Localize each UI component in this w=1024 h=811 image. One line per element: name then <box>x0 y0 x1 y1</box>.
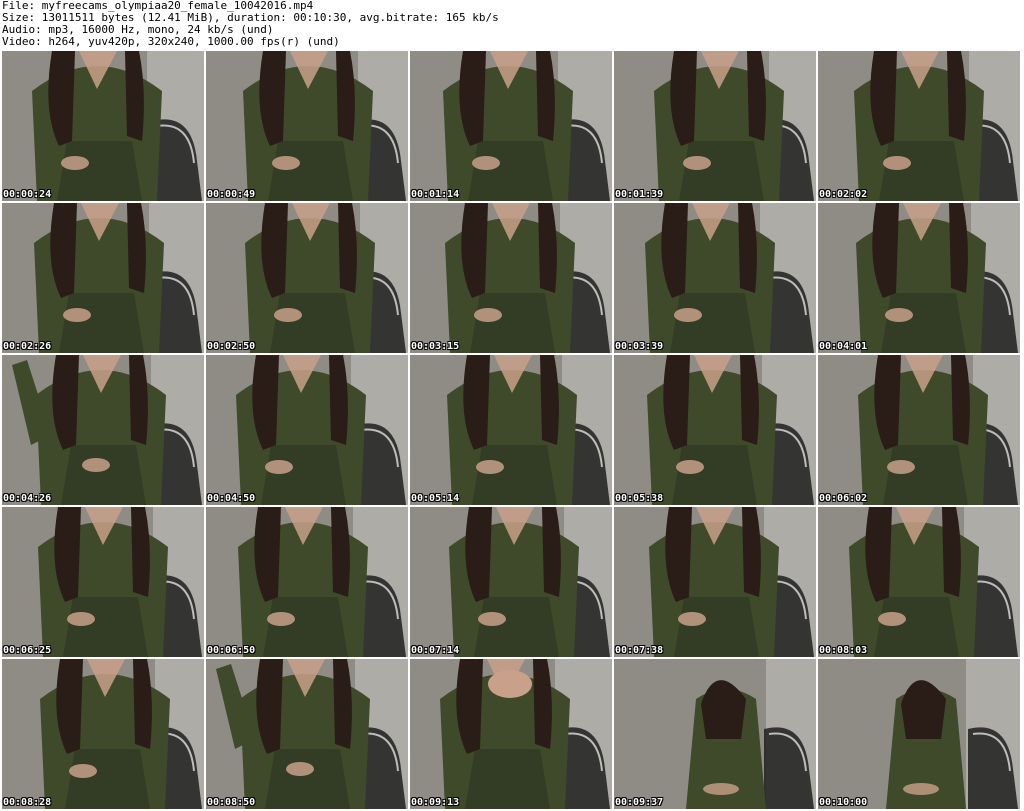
frame-timestamp: 00:06:25 <box>3 645 52 656</box>
thumbnail-frame: 00:01:14 <box>410 51 612 201</box>
frame-timestamp: 00:02:50 <box>207 341 256 352</box>
thumbnail-frame: 00:06:25 <box>2 507 204 657</box>
frame-timestamp: 00:03:39 <box>615 341 664 352</box>
frame-image <box>818 203 1020 353</box>
frame-image <box>410 507 612 657</box>
thumbnail-frame: 00:09:13 <box>410 659 612 809</box>
frame-image <box>2 51 204 201</box>
frame-image <box>206 355 408 505</box>
frame-timestamp: 00:09:37 <box>615 797 664 808</box>
frame-image <box>2 203 204 353</box>
frame-image <box>410 203 612 353</box>
frame-timestamp: 00:00:49 <box>207 189 256 200</box>
thumbnail-frame: 00:07:38 <box>614 507 816 657</box>
frame-image <box>614 203 816 353</box>
frame-image <box>2 659 204 809</box>
thumbnail-frame: 00:02:02 <box>818 51 1020 201</box>
thumbnail-frame: 00:02:26 <box>2 203 204 353</box>
frame-image <box>818 51 1020 201</box>
thumbnail-frame: 00:08:28 <box>2 659 204 809</box>
frame-timestamp: 00:08:28 <box>3 797 52 808</box>
frame-timestamp: 00:08:50 <box>207 797 256 808</box>
frame-timestamp: 00:06:50 <box>207 645 256 656</box>
frame-timestamp: 00:07:38 <box>615 645 664 656</box>
thumbnail-frame: 00:06:50 <box>206 507 408 657</box>
frame-timestamp: 00:04:26 <box>3 493 52 504</box>
thumbnail-frame: 00:00:49 <box>206 51 408 201</box>
frame-image <box>206 507 408 657</box>
frame-timestamp: 00:09:13 <box>411 797 460 808</box>
frame-timestamp: 00:08:03 <box>819 645 868 656</box>
frame-timestamp: 00:04:01 <box>819 341 868 352</box>
frame-image <box>818 659 1020 809</box>
frame-timestamp: 00:07:14 <box>411 645 460 656</box>
frame-timestamp: 00:10:00 <box>819 797 868 808</box>
frame-timestamp: 00:02:26 <box>3 341 52 352</box>
thumbnail-frame: 00:04:01 <box>818 203 1020 353</box>
frame-image <box>614 507 816 657</box>
thumbnail-frame: 00:05:38 <box>614 355 816 505</box>
frame-timestamp: 00:00:24 <box>3 189 52 200</box>
thumbnail-frame: 00:05:14 <box>410 355 612 505</box>
thumbnail-frame: 00:07:14 <box>410 507 612 657</box>
frame-image <box>614 51 816 201</box>
thumbnail-frame: 00:01:39 <box>614 51 816 201</box>
contact-sheet: File: myfreecams_olympiaa20_female_10042… <box>0 0 1024 811</box>
thumbnail-frame: 00:02:50 <box>206 203 408 353</box>
thumbnail-frame: 00:00:24 <box>2 51 204 201</box>
frame-timestamp: 00:06:02 <box>819 493 868 504</box>
thumbnail-frame: 00:03:15 <box>410 203 612 353</box>
frame-image <box>410 659 612 809</box>
frame-image <box>614 659 816 809</box>
frame-image <box>614 355 816 505</box>
frame-image <box>818 355 1020 505</box>
frame-image <box>206 203 408 353</box>
thumbnail-frame: 00:08:50 <box>206 659 408 809</box>
thumbnail-frame: 00:08:03 <box>818 507 1020 657</box>
frame-image <box>410 51 612 201</box>
frame-timestamp: 00:01:14 <box>411 189 460 200</box>
thumbnail-frame: 00:10:00 <box>818 659 1020 809</box>
thumbnail-grid: 00:00:24 00:00:49 00:01:14 00:01:39 00:02:02… <box>2 51 1022 811</box>
frame-image <box>818 507 1020 657</box>
frame-image <box>410 355 612 505</box>
frame-timestamp: 00:04:50 <box>207 493 256 504</box>
frame-timestamp: 00:05:14 <box>411 493 460 504</box>
frame-image <box>2 507 204 657</box>
file-info-header: File: myfreecams_olympiaa20_female_10042… <box>2 0 1020 50</box>
frame-timestamp: 00:05:38 <box>615 493 664 504</box>
video-info-line: Video: h264, yuv420p, 320x240, 1000.00 f… <box>2 35 340 48</box>
thumbnail-frame: 00:06:02 <box>818 355 1020 505</box>
frame-image <box>2 355 204 505</box>
thumbnail-frame: 00:04:26 <box>2 355 204 505</box>
frame-timestamp: 00:03:15 <box>411 341 460 352</box>
thumbnail-frame: 00:04:50 <box>206 355 408 505</box>
frame-image <box>206 659 408 809</box>
thumbnail-frame: 00:03:39 <box>614 203 816 353</box>
frame-timestamp: 00:01:39 <box>615 189 664 200</box>
frame-timestamp: 00:02:02 <box>819 189 868 200</box>
thumbnail-frame: 00:09:37 <box>614 659 816 809</box>
frame-image <box>206 51 408 201</box>
